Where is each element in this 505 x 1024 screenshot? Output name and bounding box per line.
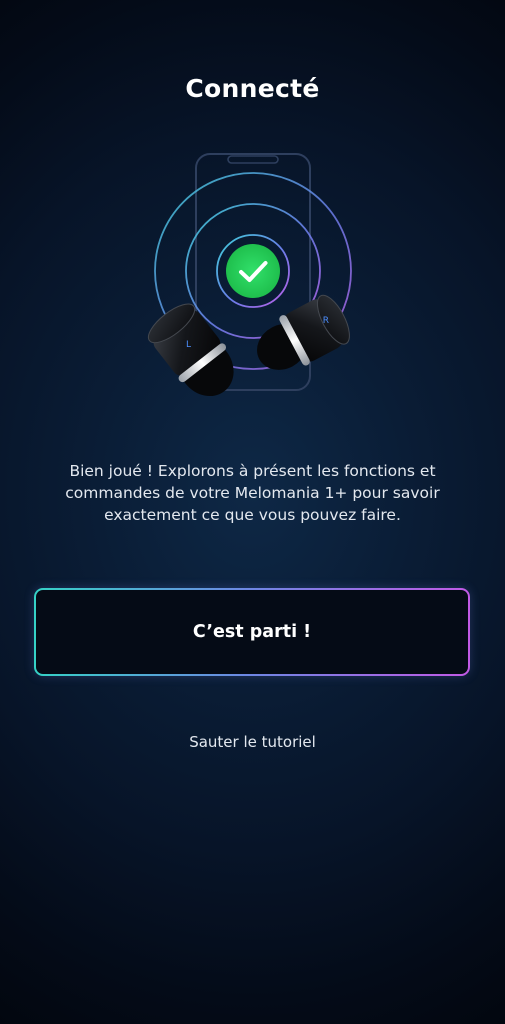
page-title: Connecté <box>185 74 320 103</box>
earbud-icon: L <box>147 303 234 397</box>
check-circle-icon <box>226 244 280 298</box>
svg-text:R: R <box>323 316 329 326</box>
start-button-label: C’est parti ! <box>192 622 312 642</box>
start-button-inner[interactable]: C’est parti ! <box>36 590 468 674</box>
earbud-icon: R <box>257 294 350 370</box>
start-button[interactable]: C’est parti ! <box>34 588 470 676</box>
svg-text:L: L <box>186 340 191 350</box>
skip-tutorial-link[interactable]: Sauter le tutoriel <box>0 733 505 751</box>
success-message: Bien joué ! Explorons à présent les fonc… <box>65 462 440 524</box>
connected-illustration: L R <box>128 148 378 418</box>
